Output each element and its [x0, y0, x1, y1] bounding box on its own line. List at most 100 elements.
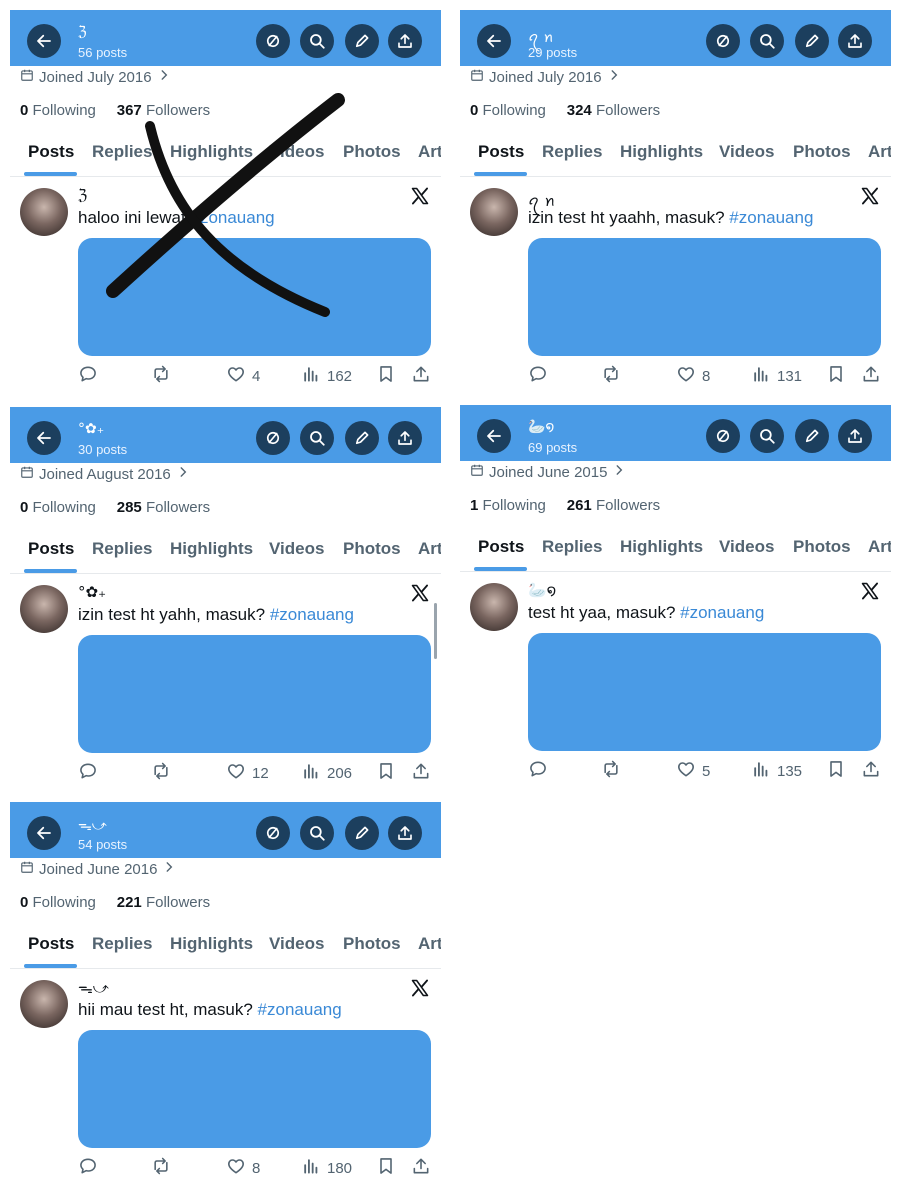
repost-button[interactable]: [601, 759, 621, 783]
tab-posts[interactable]: Posts: [28, 539, 74, 559]
reply-button[interactable]: [78, 761, 98, 785]
following-link[interactable]: 1 Following: [470, 497, 546, 514]
avatar[interactable]: [20, 585, 68, 633]
post-media[interactable]: [78, 635, 431, 753]
followers-link[interactable]: 285 Followers: [117, 499, 210, 516]
tab-posts[interactable]: Posts: [28, 934, 74, 954]
tab-replies[interactable]: Replies: [92, 934, 152, 954]
views-button[interactable]: 180: [301, 1156, 352, 1180]
followers-link[interactable]: 367 Followers: [117, 102, 210, 119]
bookmark-button[interactable]: [376, 1156, 396, 1180]
post-media[interactable]: [78, 238, 431, 356]
share-upload-icon[interactable]: [388, 421, 422, 455]
post-author-name[interactable]: °✿₊: [78, 583, 106, 601]
tab-replies[interactable]: Replies: [542, 537, 602, 557]
following-link[interactable]: 0 Following: [20, 894, 96, 911]
share-button[interactable]: [861, 759, 881, 783]
tab-highlights[interactable]: Highlights: [170, 934, 253, 954]
share-button[interactable]: [861, 364, 881, 388]
hashtag-link[interactable]: #zonauang: [258, 1000, 342, 1019]
following-link[interactable]: 0 Following: [20, 499, 96, 516]
bookmark-button[interactable]: [376, 761, 396, 785]
edit-icon[interactable]: [345, 816, 379, 850]
hashtag-link[interactable]: #zonauang: [270, 605, 354, 624]
tab-videos[interactable]: Videos: [269, 934, 324, 954]
share-button[interactable]: [411, 1156, 431, 1180]
avatar[interactable]: [20, 188, 68, 236]
tab-photos[interactable]: Photos: [343, 539, 401, 559]
post-author-name[interactable]: ᯓ⤻: [78, 978, 109, 998]
search-icon[interactable]: [750, 419, 784, 453]
tab-posts[interactable]: Posts: [478, 142, 524, 162]
search-icon[interactable]: [300, 24, 334, 58]
share-upload-icon[interactable]: [838, 419, 872, 453]
tab-highlights[interactable]: Highlights: [170, 539, 253, 559]
share-button[interactable]: [411, 364, 431, 388]
reply-button[interactable]: [78, 1156, 98, 1180]
avatar[interactable]: [20, 980, 68, 1028]
tab-articles[interactable]: Art: [418, 142, 441, 162]
share-upload-icon[interactable]: [388, 816, 422, 850]
views-button[interactable]: 131: [751, 364, 802, 388]
back-arrow-icon[interactable]: [27, 24, 61, 58]
like-button[interactable]: 8: [226, 1156, 260, 1180]
hashtag-link[interactable]: #zonauang: [729, 208, 813, 227]
joined-date-row[interactable]: Joined August 2016: [20, 465, 190, 483]
tab-posts[interactable]: Posts: [478, 537, 524, 557]
tab-articles[interactable]: Art: [418, 934, 441, 954]
edit-icon[interactable]: [795, 419, 829, 453]
tab-videos[interactable]: Videos: [719, 537, 774, 557]
avatar[interactable]: [470, 188, 518, 236]
post-media[interactable]: [528, 633, 881, 751]
followers-link[interactable]: 221 Followers: [117, 894, 210, 911]
unfollow-icon[interactable]: [256, 421, 290, 455]
unfollow-icon[interactable]: [256, 816, 290, 850]
search-icon[interactable]: [300, 816, 334, 850]
reply-button[interactable]: [78, 364, 98, 388]
like-button[interactable]: 12: [226, 761, 269, 785]
bookmark-button[interactable]: [826, 759, 846, 783]
repost-button[interactable]: [601, 364, 621, 388]
back-arrow-icon[interactable]: [27, 816, 61, 850]
repost-button[interactable]: [151, 1156, 171, 1180]
tab-articles[interactable]: Art: [868, 142, 891, 162]
back-arrow-icon[interactable]: [27, 421, 61, 455]
share-upload-icon[interactable]: [838, 24, 872, 58]
like-button[interactable]: 5: [676, 759, 710, 783]
tab-replies[interactable]: Replies: [92, 142, 152, 162]
joined-date-row[interactable]: Joined July 2016: [470, 68, 621, 86]
tab-photos[interactable]: Photos: [343, 934, 401, 954]
post-media[interactable]: [78, 1030, 431, 1148]
tab-highlights[interactable]: Highlights: [620, 537, 703, 557]
scrollbar[interactable]: [434, 603, 437, 659]
post-author-name[interactable]: 🦢໑: [528, 581, 556, 599]
followers-link[interactable]: 261 Followers: [567, 497, 660, 514]
tab-videos[interactable]: Videos: [719, 142, 774, 162]
edit-icon[interactable]: [345, 24, 379, 58]
edit-icon[interactable]: [345, 421, 379, 455]
following-link[interactable]: 0 Following: [20, 102, 96, 119]
tab-replies[interactable]: Replies: [92, 539, 152, 559]
unfollow-icon[interactable]: [706, 419, 740, 453]
views-button[interactable]: 135: [751, 759, 802, 783]
hashtag-link[interactable]: #zonauang: [190, 208, 274, 227]
edit-icon[interactable]: [795, 24, 829, 58]
back-arrow-icon[interactable]: [477, 419, 511, 453]
repost-button[interactable]: [151, 364, 171, 388]
tab-replies[interactable]: Replies: [542, 142, 602, 162]
search-icon[interactable]: [300, 421, 334, 455]
search-icon[interactable]: [750, 24, 784, 58]
tab-articles[interactable]: Art: [418, 539, 441, 559]
tab-articles[interactable]: Art: [868, 537, 891, 557]
views-button[interactable]: 206: [301, 761, 352, 785]
post-author-name[interactable]: ℨ: [78, 186, 87, 204]
joined-date-row[interactable]: Joined July 2016: [20, 68, 171, 86]
share-upload-icon[interactable]: [388, 24, 422, 58]
repost-button[interactable]: [151, 761, 171, 785]
tab-posts[interactable]: Posts: [28, 142, 74, 162]
joined-date-row[interactable]: Joined June 2016: [20, 860, 176, 878]
hashtag-link[interactable]: #zonauang: [680, 603, 764, 622]
bookmark-button[interactable]: [376, 364, 396, 388]
avatar[interactable]: [470, 583, 518, 631]
like-button[interactable]: 8: [676, 364, 710, 388]
